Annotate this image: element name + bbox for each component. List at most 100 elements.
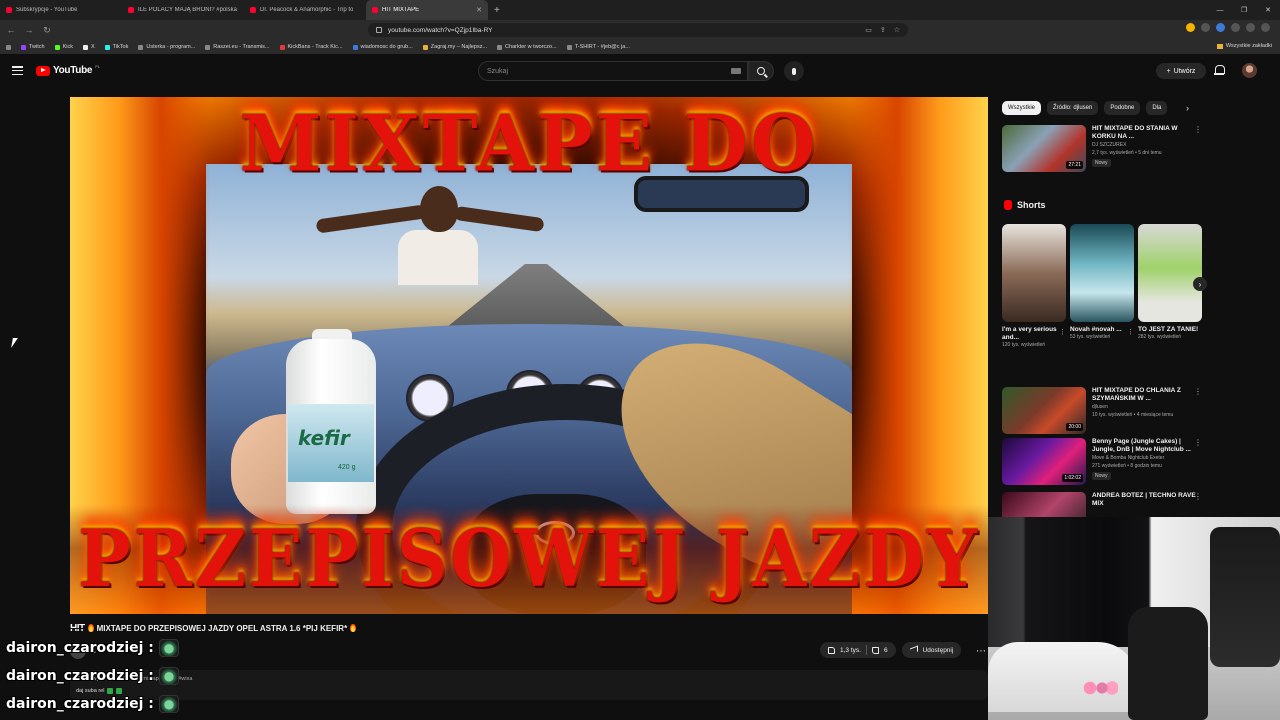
recommended-video[interactable]: 20:00 HIT MIXTAPE DO CHLANIA Z SZYMAŃSKI… (1002, 387, 1202, 434)
bookmark-item[interactable]: wiadomosc do grub... (352, 44, 413, 50)
search-input[interactable]: Szukaj (478, 61, 748, 81)
keyboard-icon[interactable] (731, 68, 741, 74)
browser-tab-peacock[interactable]: Dr. Peacock & Anamorphic - Trip to (244, 0, 366, 20)
channel-name[interactable]: djlusen (1092, 404, 1196, 411)
share-button[interactable]: Udostępnij (901, 642, 962, 658)
reload-icon[interactable]: ↻ (40, 23, 54, 37)
short-title[interactable]: Novah #novah ... (1070, 326, 1134, 334)
browser-tab-subscriptions[interactable]: Subskrypcje - YouTube (0, 0, 122, 20)
menu-icon[interactable] (1261, 23, 1270, 32)
shorts-header: Shorts (1004, 200, 1046, 210)
like-count[interactable]: 1,3 tys. (840, 647, 861, 654)
video-title[interactable]: HIT MIXTAPE DO CHLANIA Z SZYMAŃSKIM W ..… (1092, 387, 1196, 403)
bookmark-item[interactable]: T-SHIRT - #jeb@c ja... (566, 44, 630, 50)
url-bar[interactable]: youtube.com/watch?v=QZjp1Iba-RY ▭ ⇪ ☆ (368, 23, 908, 37)
close-window-icon[interactable]: ✕ (1256, 0, 1280, 20)
omnibox-actions: ▭ ⇪ ☆ (865, 26, 900, 34)
bookmark-item[interactable]: Usterka - program... (138, 44, 195, 50)
all-bookmarks[interactable]: Wszystkie zakładki (1216, 43, 1272, 49)
short-thumbnail[interactable] (1070, 224, 1134, 322)
more-options-icon[interactable]: ⋮ (1059, 328, 1066, 336)
chat-username: dairon_czarodziej : (6, 667, 154, 684)
minimize-icon[interactable]: — (1208, 0, 1232, 20)
hamburger-menu-icon[interactable] (12, 66, 23, 75)
back-icon[interactable]: ← (4, 23, 18, 37)
short-title[interactable]: I'm a very serious and... (1002, 326, 1066, 342)
install-icon[interactable]: ▭ (865, 26, 872, 34)
channel-name[interactable]: DJ SZCZUREX (1092, 142, 1196, 149)
plus-icon: + (1166, 67, 1171, 75)
shorts-next-button[interactable]: › (1193, 277, 1207, 291)
video-title-text: MIXTAPE DO CHLANIA Z SZYMAŃSKIM W ... (1092, 387, 1181, 402)
site-info-icon[interactable] (376, 27, 382, 33)
short-item[interactable]: Novah #novah ... 53 tys. wyświetleń ⋮ (1070, 224, 1134, 341)
bookmark-star-icon[interactable]: ☆ (894, 26, 900, 34)
recommended-video[interactable]: 1:02:02 Benny Page (Jungle Cakes) | Jung… (1002, 438, 1202, 485)
hit-logo: HIT (1092, 387, 1103, 394)
dislike-icon[interactable] (871, 646, 879, 654)
short-thumbnail[interactable] (1138, 224, 1202, 322)
chat-text: daj suba rel (76, 688, 105, 694)
bookmark-item[interactable]: Kick (54, 44, 73, 50)
like-icon[interactable] (828, 646, 835, 654)
chip-source[interactable]: Źródło: djlusen (1047, 101, 1099, 115)
share-icon (909, 645, 918, 655)
extension-icon[interactable] (1186, 23, 1195, 32)
chip-for-you[interactable]: Dla (1146, 101, 1168, 115)
bookmark-item[interactable]: Twitch (21, 44, 45, 50)
dislike-count[interactable]: 6 (884, 647, 888, 654)
chip-all[interactable]: Wszystkie (1002, 101, 1041, 115)
short-thumbnail[interactable] (1002, 224, 1066, 322)
extension-icon[interactable] (1231, 23, 1240, 32)
video-title[interactable]: Benny Page (Jungle Cakes) | Jungle, DnB … (1092, 438, 1196, 454)
bookmark-item[interactable]: Zagraj.my – Najlepsz... (422, 44, 487, 50)
channel-name[interactable]: Move & Bomba Nightclub Exeter (1092, 455, 1196, 462)
microphone-icon (792, 67, 796, 75)
more-options-icon[interactable]: ⋮ (1127, 328, 1134, 336)
video-thumbnail[interactable]: 1:02:02 (1002, 438, 1086, 485)
browser-tab-bronie[interactable]: ILE POLACY MAJĄ BRONI? #polska (122, 0, 244, 20)
apps-icon[interactable] (6, 44, 11, 50)
extension-icon[interactable] (1246, 23, 1255, 32)
short-item[interactable]: I'm a very serious and... 120 tys. wyświ… (1002, 224, 1066, 349)
video-title[interactable]: ANDREA BOTEZ | TECHNO RAVE MIX (1092, 492, 1196, 508)
voice-search-button[interactable] (784, 61, 804, 81)
bookmark-item[interactable]: TikTok (104, 44, 128, 50)
bookmark-item[interactable]: X (82, 44, 95, 50)
video-title[interactable]: HIT MIXTAPE DO STANIA W KORKU NA ... (1092, 125, 1196, 141)
description-box[interactable] (70, 670, 988, 700)
new-tab-button[interactable]: + (494, 5, 500, 16)
recommended-video[interactable]: 27:21 HIT MIXTAPE DO STANIA W KORKU NA .… (1002, 125, 1202, 172)
duration-badge: 27:21 (1066, 161, 1083, 169)
more-options-icon[interactable]: ⋮ (1194, 492, 1202, 501)
youtube-favicon-icon (372, 7, 378, 13)
bookmark-item[interactable]: Raszei.eu - Transmis... (205, 44, 270, 50)
youtube-logo[interactable]: YouTube PL (36, 64, 100, 76)
video-stats: 10 tys. wyświetleń • 4 miesiące temu (1092, 412, 1174, 418)
bookmark-item[interactable]: Charkter w tworczo... (497, 44, 557, 50)
search-button[interactable] (748, 61, 774, 81)
new-badge: Nowy (1092, 472, 1111, 480)
browser-tab-active[interactable]: HIT MIXTAPE ✕ (366, 0, 488, 20)
create-button[interactable]: + Utwórz (1156, 63, 1206, 79)
more-options-icon[interactable]: ⋮ (1194, 438, 1202, 447)
chevron-right-icon[interactable]: › (1186, 103, 1189, 113)
short-title[interactable]: TO JEST ZA TANIE! (1138, 326, 1202, 334)
more-options-icon[interactable]: ⋮ (1194, 125, 1202, 134)
video-player[interactable]: kefir 420 g MIXTAPE DO PRZEPISOWEJ JAZDY (70, 97, 988, 614)
bookmark-item[interactable]: KickBans - Track Kic... (279, 44, 343, 50)
more-options-icon[interactable]: ⋮ (1194, 387, 1202, 396)
account-avatar[interactable] (1242, 63, 1257, 78)
notifications-bell-icon[interactable] (1214, 65, 1225, 76)
video-thumbnail[interactable]: 27:21 (1002, 125, 1086, 172)
chip-related[interactable]: Podobne (1104, 101, 1141, 115)
video-thumbnail[interactable]: 20:00 (1002, 387, 1086, 434)
extension-icon[interactable] (1216, 23, 1225, 32)
more-actions-icon[interactable]: ⋯ (976, 646, 986, 657)
maximize-icon[interactable]: ❐ (1232, 0, 1256, 20)
filter-chips: Wszystkie Źródło: djlusen Podobne Dla (1002, 101, 1168, 115)
forward-icon[interactable]: → (22, 23, 36, 37)
share-page-icon[interactable]: ⇪ (880, 26, 886, 34)
tab-close-icon[interactable]: ✕ (476, 6, 482, 14)
extension-icon[interactable] (1201, 23, 1210, 32)
